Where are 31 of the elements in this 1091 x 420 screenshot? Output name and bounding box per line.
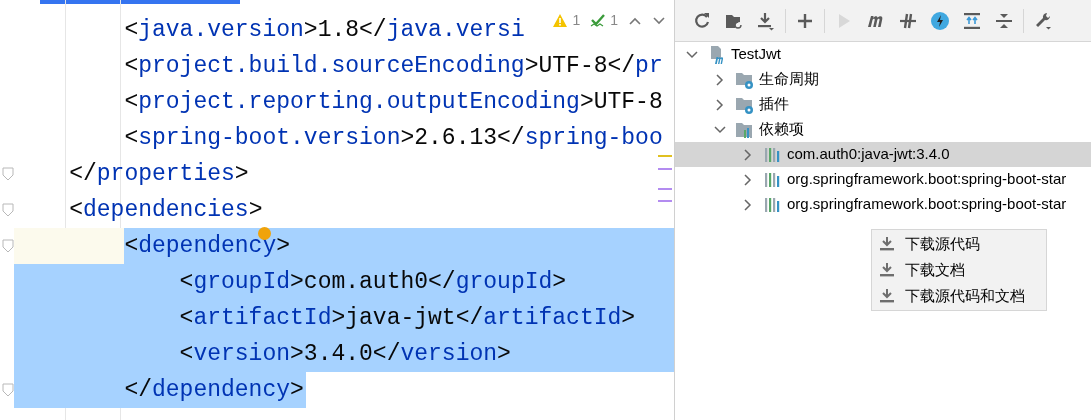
- code-line: <java.version>1.8</java.versi: [124, 15, 525, 45]
- lightning-icon: [930, 10, 950, 31]
- download-icon: [879, 288, 895, 304]
- refresh-icon: [692, 10, 712, 31]
- tree-item[interactable]: 依赖项: [675, 117, 1091, 142]
- fold-marker-icon[interactable]: [2, 239, 14, 253]
- fold-marker-icon[interactable]: [2, 383, 14, 397]
- download-icon: [879, 236, 895, 252]
- tree-item[interactable]: 插件: [675, 92, 1091, 117]
- code-line: </properties>: [69, 159, 249, 189]
- code-line: <project.reporting.outputEncoding>UTF-8: [124, 87, 663, 117]
- menu-item[interactable]: 下载源代码: [872, 231, 1046, 257]
- tree-item[interactable]: 生命周期: [675, 67, 1091, 92]
- tree-item[interactable]: org.springframework.boot:spring-boot-star: [675, 167, 1091, 192]
- expand-all-icon: [962, 10, 982, 31]
- check-icon: [590, 13, 607, 28]
- code-line: <dependencies>: [69, 195, 263, 225]
- tree-item[interactable]: org.springframework.boot:spring-boot-star: [675, 192, 1091, 217]
- code-line: <spring-boot.version>2.6.13</spring-boo: [124, 123, 663, 153]
- download-icon: [756, 10, 776, 31]
- tree-item[interactable]: TestJwt: [675, 42, 1091, 67]
- warning-count[interactable]: 1: [552, 10, 581, 31]
- check-count[interactable]: 1: [590, 10, 618, 31]
- code-line: <project.build.sourceEncoding>UTF-8</pr: [124, 51, 663, 81]
- download-icon: [879, 262, 895, 278]
- fold-marker-icon[interactable]: [2, 203, 14, 217]
- menu-item[interactable]: 下载文档: [872, 257, 1046, 283]
- menu-item[interactable]: 下载源代码和文档: [872, 283, 1046, 309]
- warning-icon: [552, 13, 569, 28]
- fold-marker-icon[interactable]: [2, 167, 14, 181]
- tree-item[interactable]: com.auth0:java-jwt:3.4.0: [675, 142, 1091, 167]
